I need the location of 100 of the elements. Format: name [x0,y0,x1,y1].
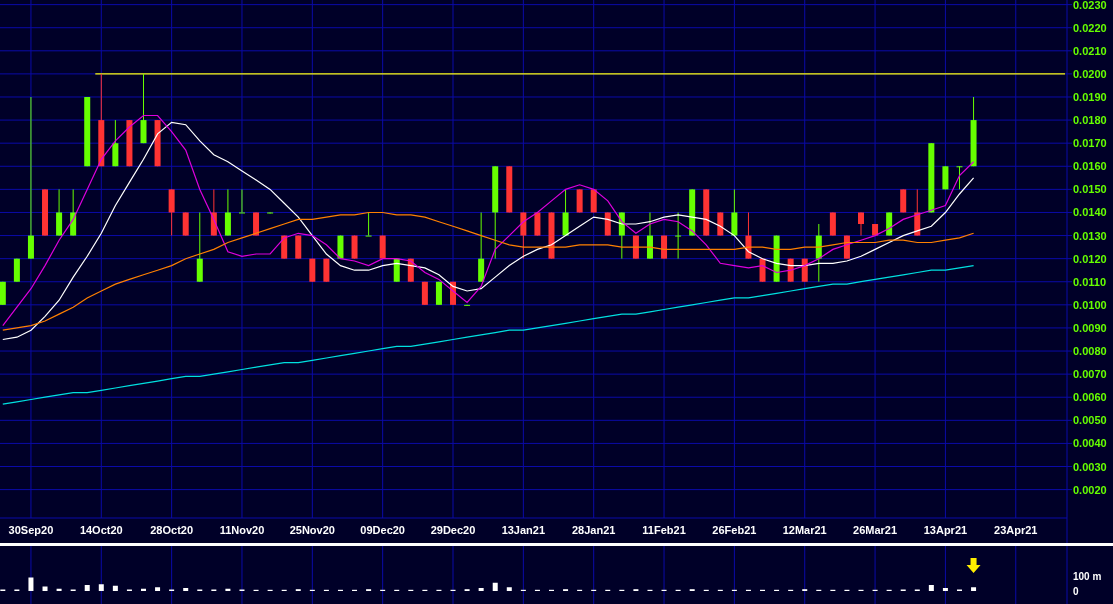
date-axis-label: 14Oct20 [79,524,123,536]
volume-bar [28,577,34,591]
candlestick [84,96,91,167]
volume-bar [112,585,118,591]
candlestick [914,188,921,237]
candlestick [0,281,6,306]
candlestick [168,188,175,237]
candlestick [843,235,850,260]
candlestick [140,73,147,144]
candlestick [970,96,977,167]
candlestick [224,188,231,237]
candlestick [70,188,77,237]
price-axis-label: 0.0220 [1073,21,1107,34]
candlestick [478,211,485,283]
volume-bar [183,588,189,591]
volume-bar [225,588,231,591]
candlestick [534,211,541,237]
date-axis-label: 25Nov20 [289,524,335,536]
date-axis-label: 11Nov20 [219,524,265,536]
candlestick [703,188,710,237]
candlestick [323,258,330,283]
candlestick [886,211,893,237]
date-axis-label: 26Feb21 [712,524,757,536]
candlestick [562,188,569,237]
price-axis-label: 0.0120 [1073,252,1107,265]
candlestick [295,235,302,260]
date-axis-label: 09Dec20 [360,524,405,536]
candlestick [956,165,963,190]
candlestick [928,142,935,213]
candlestick [253,211,260,237]
candlestick [815,223,822,283]
price-axis-label: 0.0070 [1073,368,1107,381]
price-axis-label: 0.0110 [1073,275,1107,288]
candlestick [675,211,682,260]
volume-axis-label: 100 m [1073,571,1102,582]
candlestick [661,235,668,260]
price-axis-label: 0.0160 [1073,160,1107,173]
candlestick [421,281,428,306]
arrow-down-icon [966,558,981,573]
candlestick [801,258,808,283]
price-axis-label: 0.0040 [1073,437,1107,450]
candlestick [506,165,513,213]
candlestick [759,258,766,283]
candlestick [407,258,414,283]
candlestick [281,235,288,260]
volume-bar [155,587,161,591]
candlestick [239,188,245,214]
candlestick [787,258,794,283]
date-axis-label: 30Sep20 [8,524,54,536]
candlestick [267,211,274,214]
candlestick [731,188,738,237]
candlestick [717,211,724,237]
candlestick [689,188,696,237]
candlestick [13,258,20,283]
candlestick [520,211,527,260]
candlestick [379,235,386,260]
date-axis-label: 28Jan21 [572,524,616,536]
date-axis-label: 29Dec20 [430,524,476,536]
candlestick [393,258,400,283]
price-axis-label: 0.0150 [1073,183,1107,196]
candlestick [829,211,836,237]
candlestick [942,165,949,190]
date-axis-label: 11Feb21 [642,524,686,536]
volume-bar [42,586,48,591]
volume-bar [141,588,146,591]
candlestick [435,281,442,306]
candlestick [900,188,907,213]
price-axis-label: 0.0140 [1073,206,1107,219]
candlestick [154,119,161,167]
candlestick [576,188,583,213]
volume-bar [478,588,484,591]
candlestick [309,258,316,283]
volume-bar [928,585,934,591]
candlestick [632,235,639,260]
price-axis-label: 0.0050 [1073,414,1107,427]
candlestick [365,211,372,237]
price-axis-label: 0.0230 [1073,0,1107,11]
candlestick [745,211,752,260]
candlestick [337,235,344,260]
price-axis-label: 0.0190 [1073,91,1107,103]
price-axis-label: 0.0170 [1073,137,1107,150]
price-axis-label: 0.0130 [1073,229,1107,242]
volume-bar [98,584,104,591]
candlestick [872,223,879,237]
volume-bar [492,582,498,591]
date-axis-label: 12Mar21 [782,524,827,536]
candlestick [351,235,358,260]
price-axis-label: 0.0200 [1073,67,1107,80]
price-axis-label: 0.0100 [1073,298,1107,311]
candlestick [858,211,864,237]
candlestick [56,188,63,237]
volume-bar [84,585,90,591]
price-axis-label: 0.0210 [1073,44,1107,57]
price-axis-label: 0.0090 [1073,321,1107,334]
candlestick [182,211,189,237]
candlestick [196,211,203,283]
volume-axis-label: 0 [1073,586,1079,597]
price-axis-label: 0.0030 [1073,460,1107,473]
candlestick [112,119,119,167]
candlestick [210,188,217,237]
